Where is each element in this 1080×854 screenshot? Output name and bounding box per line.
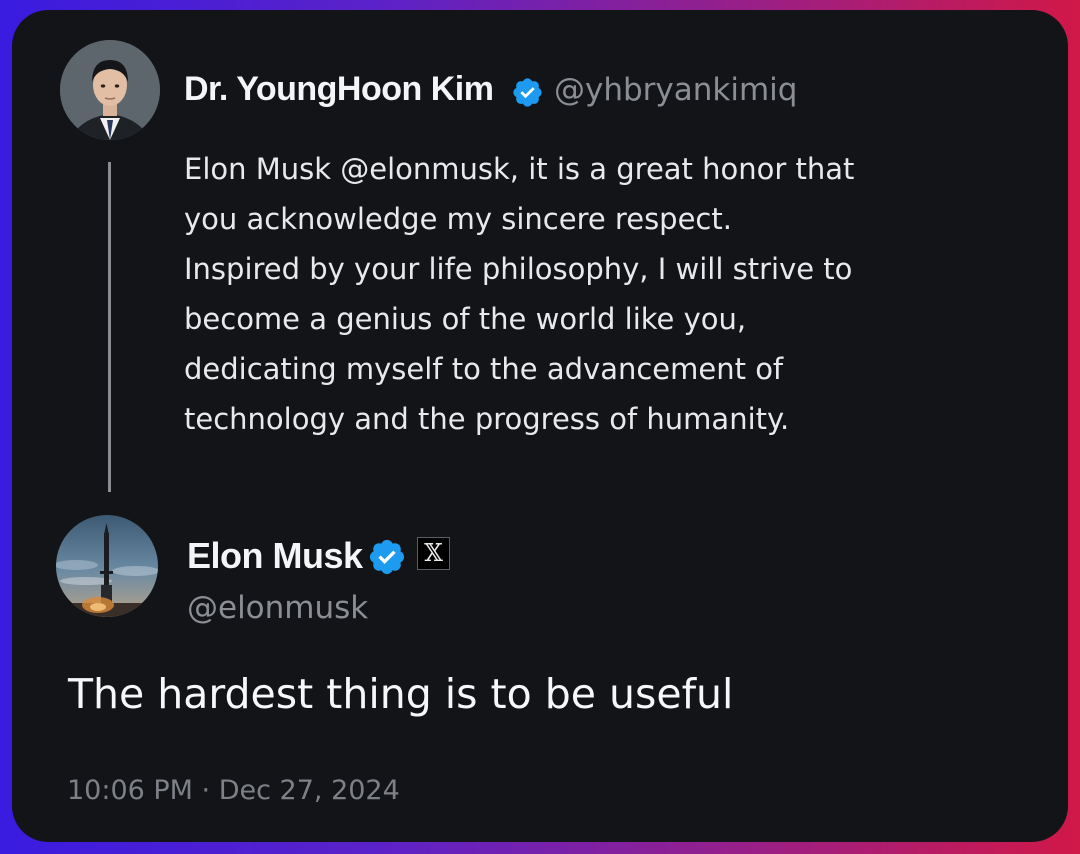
quoted-text-line: Elon Musk @elonmusk, it is a great honor… [184, 152, 855, 186]
reply-author-name[interactable]: Elon Musk [187, 535, 363, 577]
quoted-author-name[interactable]: Dr. YoungHoon Kim [184, 70, 494, 109]
reply-post-text: The hardest thing is to be useful [68, 670, 734, 718]
thread-connector-line [108, 162, 111, 492]
post-timestamp[interactable]: 10:06 PM · Dec 27, 2024 [67, 775, 400, 806]
tweet-card: Dr. YoungHoon Kim @yhbryankimiq Elon Mus… [12, 10, 1068, 842]
verified-badge-icon [369, 539, 405, 575]
avatar-elon-musk[interactable] [56, 515, 158, 617]
x-affiliate-badge-icon[interactable]: 𝕏 [417, 537, 450, 570]
quoted-text-line: technology and the progress of humanity. [184, 402, 790, 436]
quoted-text-line: become a genius of the world like you, [184, 302, 747, 336]
avatar-younghoon-kim[interactable] [60, 40, 160, 140]
quoted-text-line: dedicating myself to the advancement of [184, 352, 784, 386]
quoted-post-text: Elon Musk @elonmusk, it is a great honor… [184, 144, 984, 444]
quoted-author-handle[interactable]: @yhbryankimiq [554, 72, 797, 108]
reply-author-handle[interactable]: @elonmusk [187, 590, 368, 626]
verified-badge-icon [513, 78, 542, 107]
quoted-text-line: Inspired by your life philosophy, I will… [184, 252, 853, 286]
quoted-text-line: you acknowledge my sincere respect. [184, 202, 732, 236]
